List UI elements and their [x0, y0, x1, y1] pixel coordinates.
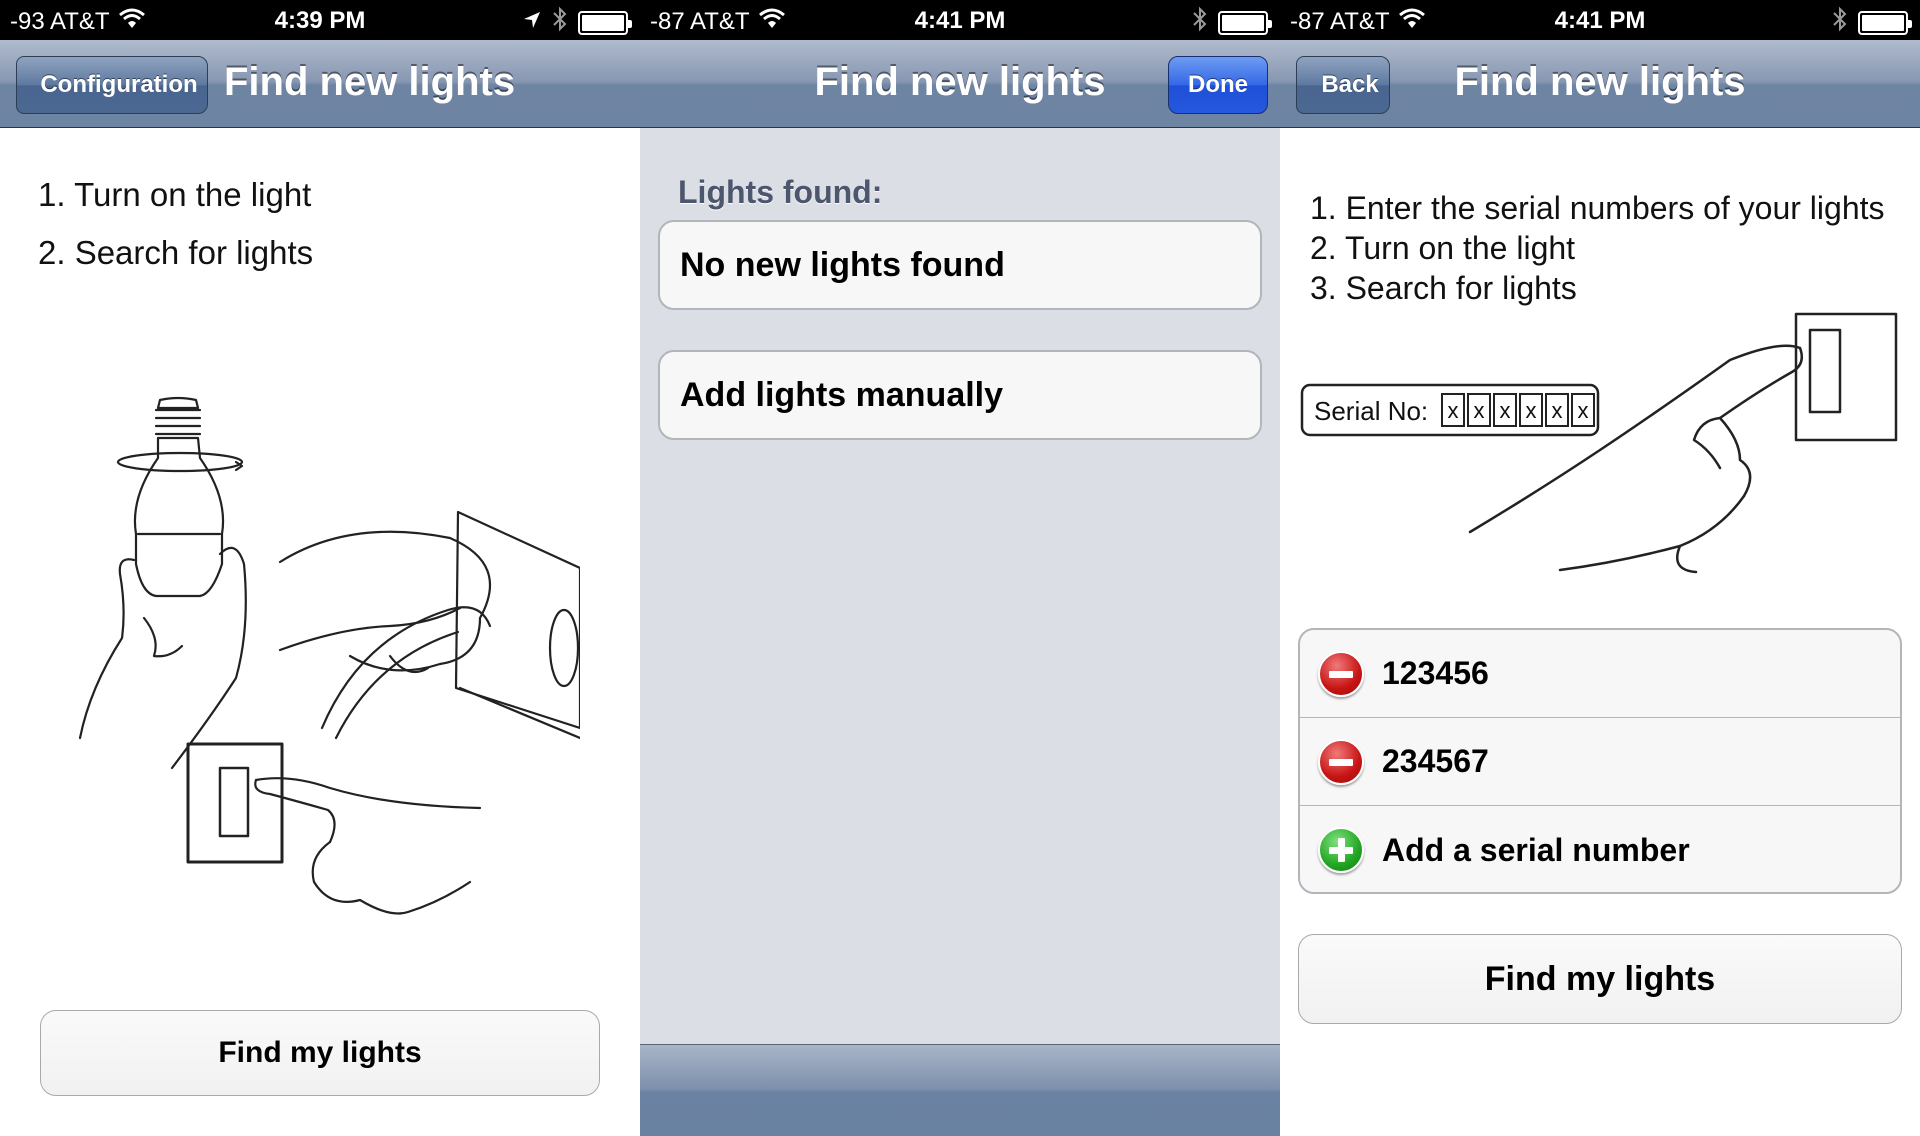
- serial-row: 123456: [1300, 630, 1900, 718]
- add-serial-number-row[interactable]: Add a serial number: [1300, 806, 1900, 892]
- outlet-drawing: [454, 510, 580, 740]
- battery-icon: [578, 10, 632, 35]
- status-bar: -87 AT&T 4:41 PM: [640, 0, 1280, 40]
- setup-illustration: [78, 396, 580, 915]
- status-right-icons: [1192, 6, 1272, 39]
- navigation-bar: Find new lights Done: [640, 40, 1280, 128]
- status-right-icons: [1832, 6, 1912, 39]
- location-arrow-icon: [522, 9, 542, 37]
- status-bar: -93 AT&T 4:39 PM: [0, 0, 640, 40]
- light-bulb-drawing: [116, 396, 244, 598]
- add-lights-manually-button[interactable]: Add lights manually: [658, 350, 1262, 440]
- page-title: Find new lights: [1454, 60, 1746, 104]
- battery-icon: [1218, 10, 1272, 35]
- instruction-steps: 1. Enter the serial numbers of your ligh…: [1310, 188, 1885, 308]
- serial-number-value: 234567: [1382, 743, 1489, 779]
- serial-digit-char: x: [1448, 398, 1459, 423]
- status-time: 4:41 PM: [1554, 7, 1646, 34]
- remove-circle-icon[interactable]: [1318, 650, 1364, 697]
- serial-label-text: Serial No:: [1314, 396, 1428, 426]
- screen-add-serial-numbers: -87 AT&T 4:41 PM Back Find new lights 1.…: [1280, 0, 1920, 1136]
- done-button[interactable]: Done: [1168, 56, 1268, 114]
- instruction-steps: 1. Turn on the light 2. Search for light…: [38, 166, 313, 282]
- switch-hand-drawing: [186, 742, 482, 915]
- status-right-icons: [522, 6, 632, 39]
- screen-lights-found: -87 AT&T 4:41 PM Find new lights Done Li…: [640, 0, 1280, 1136]
- battery-icon: [1858, 10, 1912, 35]
- serial-row: 234567: [1300, 718, 1900, 806]
- serial-number-value: 123456: [1382, 655, 1489, 691]
- screen-find-lights-step1: -93 AT&T 4:39 PM Configuration Find new …: [0, 0, 640, 1136]
- step-item: 2. Turn on the light: [1310, 230, 1576, 266]
- serial-number-list: 123456 234567 Add a serial number: [1298, 628, 1902, 894]
- screenshot-stage: -93 AT&T 4:39 PM Configuration Find new …: [0, 0, 1920, 1136]
- serial-digit-char: x: [1474, 398, 1485, 423]
- serial-digit-boxes: xxxxxx: [1441, 393, 1595, 427]
- navigation-bar: Configuration Find new lights: [0, 40, 640, 128]
- remove-circle-icon[interactable]: [1318, 738, 1364, 785]
- add-circle-icon[interactable]: [1318, 827, 1364, 873]
- lights-found-header: Lights found:: [678, 174, 883, 210]
- page-title: Find new lights: [224, 60, 516, 104]
- hands-drawing: [78, 546, 247, 770]
- serial-illustration: Serial No: xxxxxx: [1300, 312, 1898, 574]
- navigation-bar: Back Find new lights: [1280, 40, 1920, 128]
- find-my-lights-button[interactable]: Find my lights: [40, 1010, 600, 1096]
- no-lights-found-cell: No new lights found: [658, 220, 1262, 310]
- status-time: 4:41 PM: [914, 7, 1006, 34]
- serial-digit-char: x: [1526, 398, 1537, 423]
- serial-digit-char: x: [1500, 398, 1511, 423]
- configuration-back-button[interactable]: Configuration: [16, 56, 208, 114]
- step-item: 1. Turn on the light: [38, 176, 312, 213]
- bottom-toolbar: [640, 1044, 1280, 1136]
- serial-digit-char: x: [1578, 398, 1589, 423]
- add-serial-number-label: Add a serial number: [1382, 831, 1690, 868]
- step-item: 1. Enter the serial numbers of your ligh…: [1310, 190, 1885, 226]
- switch-hand-drawing: [1468, 312, 1898, 574]
- step-item: 2. Search for lights: [38, 234, 314, 271]
- bluetooth-icon: [552, 6, 568, 39]
- find-my-lights-button[interactable]: Find my lights: [1298, 934, 1902, 1024]
- serial-digit-char: x: [1552, 398, 1563, 423]
- bluetooth-icon: [1192, 6, 1208, 39]
- bluetooth-icon: [1832, 6, 1848, 39]
- status-bar: -87 AT&T 4:41 PM: [1280, 0, 1920, 40]
